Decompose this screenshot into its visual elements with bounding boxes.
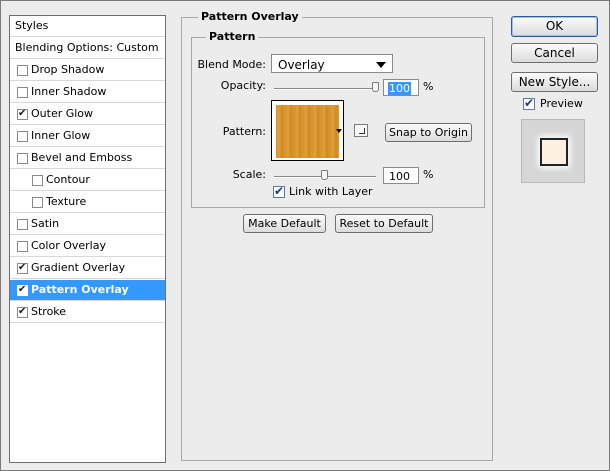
preview-checkbox[interactable]: ✔ [523, 96, 535, 110]
style-item-label: Outer Glow [31, 107, 94, 120]
style-item-checkbox[interactable]: ✔ [17, 262, 28, 274]
preview-label: Preview [540, 97, 583, 110]
style-item-color-overlay[interactable]: Color Overlay [10, 236, 165, 257]
reset-to-default-button[interactable]: Reset to Default [335, 214, 433, 233]
pattern-picker[interactable] [271, 100, 344, 161]
style-item-texture[interactable]: Texture [10, 192, 165, 213]
style-item-checkbox[interactable]: ✔ [17, 306, 28, 318]
checkmark-icon: ✔ [18, 108, 27, 119]
style-item-checkbox[interactable] [17, 153, 28, 164]
style-item-inner-shadow[interactable]: Inner Shadow [10, 82, 165, 103]
opacity-label: Opacity: [220, 79, 266, 92]
pattern-dropdown-arrow-icon[interactable] [336, 129, 342, 133]
style-item-label: Contour [46, 173, 90, 186]
link-with-layer-label: Link with Layer [289, 185, 373, 198]
style-preview [521, 119, 585, 183]
checkmark-icon: ✔ [18, 262, 27, 273]
opacity-percent: % [423, 80, 434, 93]
blend-mode-label: Blend Mode: [197, 58, 267, 71]
style-item-inner-glow[interactable]: Inner Glow [10, 126, 165, 147]
style-item-checkbox[interactable] [17, 241, 28, 252]
style-preview-swatch [540, 138, 568, 166]
style-item-pattern-overlay[interactable]: ✔ Pattern Overlay [10, 280, 165, 301]
opacity-slider-thumb[interactable] [372, 82, 379, 92]
checkmark-icon: ✔ [18, 284, 27, 295]
styles-header-label: Styles [15, 19, 49, 32]
style-item-label: Blending Options: Custom [15, 41, 159, 54]
style-item-label: Inner Shadow [31, 85, 107, 98]
style-item-checkbox[interactable] [17, 131, 28, 142]
make-default-button[interactable]: Make Default [243, 214, 326, 233]
checkmark-icon: ✔ [18, 306, 27, 317]
style-item-blending-options-custom[interactable]: Blending Options: Custom [10, 38, 165, 59]
style-item-label: Color Overlay [31, 239, 106, 252]
style-item-satin[interactable]: Satin [10, 214, 165, 235]
blend-mode-select[interactable]: Overlay [271, 54, 393, 73]
scale-slider-thumb[interactable] [321, 170, 328, 180]
opacity-slider-track[interactable] [274, 88, 376, 90]
checkmark-icon: ✔ [274, 184, 285, 198]
snap-to-origin-button[interactable]: Snap to Origin [385, 123, 472, 142]
chevron-down-icon [376, 62, 386, 68]
style-item-label: Inner Glow [31, 129, 91, 142]
style-item-label: Gradient Overlay [31, 261, 126, 274]
ok-button[interactable]: OK [511, 16, 598, 37]
pattern-preview [276, 105, 339, 158]
blend-mode-value: Overlay [278, 58, 325, 72]
style-item-bevel-and-emboss[interactable]: Bevel and Emboss [10, 148, 165, 169]
pattern-overlay-title: Pattern Overlay [198, 10, 302, 23]
pattern-sub-title: Pattern [206, 30, 259, 43]
new-style-button[interactable]: New Style... [511, 72, 598, 92]
opacity-value: 100 [388, 82, 411, 95]
style-item-stroke[interactable]: ✔ Stroke [10, 302, 165, 323]
styles-header[interactable]: Styles [10, 16, 165, 37]
style-item-label: Bevel and Emboss [31, 151, 133, 164]
style-item-checkbox[interactable]: ✔ [17, 284, 28, 296]
new-preset-icon[interactable] [354, 124, 368, 137]
style-item-checkbox[interactable] [17, 87, 28, 98]
scale-label: Scale: [232, 168, 266, 181]
style-item-drop-shadow[interactable]: Drop Shadow [10, 60, 165, 81]
style-item-label: Satin [31, 217, 60, 230]
style-item-checkbox[interactable] [17, 219, 28, 230]
style-item-label: Pattern Overlay [31, 283, 129, 296]
scale-percent: % [423, 168, 434, 181]
style-item-label: Stroke [31, 305, 67, 318]
opacity-input[interactable]: 100 [383, 79, 419, 96]
cancel-button[interactable]: Cancel [511, 43, 598, 63]
style-item-contour[interactable]: Contour [10, 170, 165, 191]
style-item-checkbox[interactable] [17, 65, 28, 76]
style-item-checkbox[interactable] [32, 197, 43, 208]
pattern-label: Pattern: [222, 125, 266, 138]
style-item-checkbox[interactable]: ✔ [17, 108, 28, 120]
scale-input[interactable]: 100 [383, 167, 419, 184]
style-item-label: Drop Shadow [31, 63, 105, 76]
style-item-label: Texture [46, 195, 87, 208]
scale-value: 100 [389, 170, 410, 183]
style-item-checkbox[interactable] [32, 175, 43, 186]
style-item-outer-glow[interactable]: ✔ Outer Glow [10, 104, 165, 125]
style-item-gradient-overlay[interactable]: ✔ Gradient Overlay [10, 258, 165, 279]
link-with-layer-checkbox[interactable]: ✔ [273, 184, 285, 198]
checkmark-icon: ✔ [524, 96, 535, 110]
styles-list: Styles Blending Options: Custom Drop Shad… [9, 15, 166, 463]
